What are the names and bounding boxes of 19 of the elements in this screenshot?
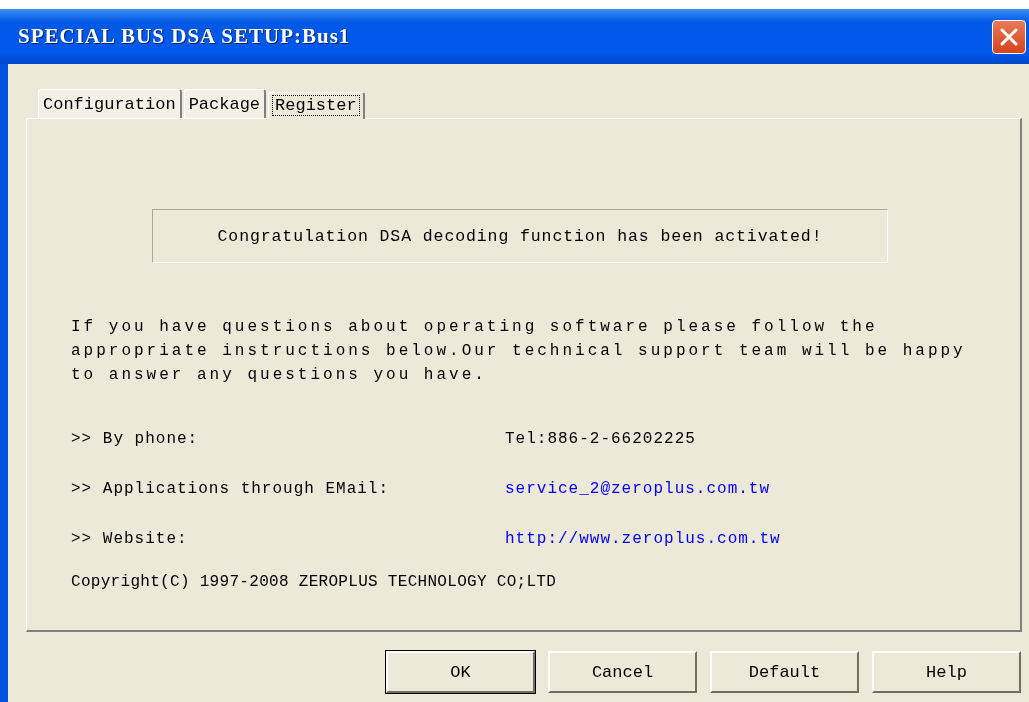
dialog-button[interactable]: Default: [710, 651, 859, 693]
tab[interactable]: Register: [268, 92, 365, 119]
intro-text: If you have questions about operating software please follow the appropriate instructions below.Our technical support team will be happy to answer any questions you have.: [71, 317, 967, 386]
dialog-button[interactable]: Cancel: [548, 651, 697, 693]
close-icon: [1000, 27, 1018, 46]
window-title: SPECIAL BUS DSA SETUP:Bus1: [18, 24, 351, 49]
contact-value: Tel:886-2-66202225: [505, 430, 696, 448]
tab[interactable]: Configuration: [38, 89, 182, 118]
close-button[interactable]: [992, 19, 1026, 54]
contact-label: >> Applications through EMail:: [71, 480, 391, 498]
dialog-button[interactable]: Help: [872, 651, 1021, 693]
tab[interactable]: Package: [183, 89, 267, 118]
copyright-text: Copyright(C) 1997-2008 ZEROPLUS TECHNOLOGY CO;LTD: [71, 573, 558, 591]
contact-label: >> By phone:: [71, 430, 200, 448]
contact-link[interactable]: service_2@zeroplus.com.tw: [505, 480, 771, 498]
contact-link[interactable]: http://www.zeroplus.com.tw: [505, 530, 781, 548]
dialog-button[interactable]: OK: [386, 651, 535, 693]
contact-label: >> Website:: [71, 530, 189, 548]
status-message: Congratulation DSA decoding function has been activated!: [152, 209, 888, 263]
